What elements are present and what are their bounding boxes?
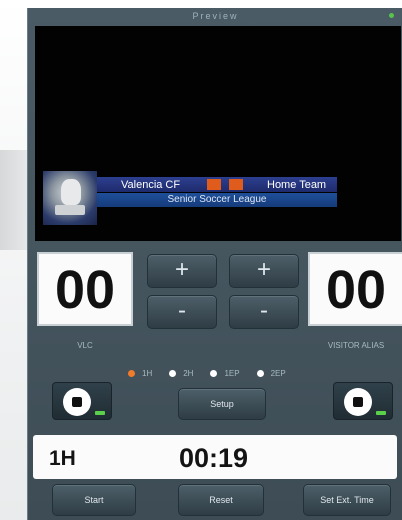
home-score-display: 00 <box>37 252 133 326</box>
period-radio-2h[interactable]: 2H <box>169 369 193 378</box>
crest-bat-icon <box>61 179 81 205</box>
scorebug-strip: Valencia CF Home Team <box>97 177 337 192</box>
crest-base-icon <box>55 205 85 215</box>
window-title: Preview <box>192 11 239 21</box>
visitor-score-display: 00 <box>308 252 402 326</box>
period-radio-1ep[interactable]: 1EP <box>210 369 240 378</box>
clock-period: 1H <box>49 447 76 470</box>
set-ext-time-button[interactable]: Set Ext. Time <box>303 484 391 516</box>
period-radio-1h[interactable]: 1H <box>128 369 152 378</box>
period-label: 2EP <box>270 369 286 378</box>
home-possession-button[interactable] <box>52 382 112 420</box>
radio-icon <box>256 370 264 377</box>
period-radio-group: 1H 2H 1EP 2EP <box>128 369 303 378</box>
home-plus-button[interactable]: + <box>147 254 217 288</box>
visitor-plus-button[interactable]: + <box>229 254 299 288</box>
visitor-team-label: VISITOR ALIAS <box>327 341 385 350</box>
soccer-ball-icon <box>344 388 372 416</box>
period-label: 2H <box>183 369 194 378</box>
setup-button[interactable]: Setup <box>178 388 266 420</box>
team-crest-icon <box>43 171 97 225</box>
home-minus-button[interactable]: - <box>147 295 217 329</box>
preview-screen: Valencia CF Home Team Senior Soccer Leag… <box>35 26 401 241</box>
visitor-minus-button[interactable]: - <box>229 295 299 329</box>
clock-bar: 1H 00:19 <box>33 435 397 479</box>
clock-time: 00:19 <box>179 443 249 473</box>
period-label: 1H <box>142 369 153 378</box>
scorebug-home-score-box <box>207 179 221 190</box>
scorebug-home-team: Valencia CF <box>121 178 181 191</box>
reset-button[interactable]: Reset <box>178 484 264 516</box>
home-team-label: VLC <box>77 341 93 350</box>
radio-icon <box>210 370 218 377</box>
scoreboard-panel: Preview Valencia CF Home Team Senior Soc… <box>27 8 402 520</box>
scorebug-away-score-box <box>229 179 243 190</box>
period-radio-2ep[interactable]: 2EP <box>256 369 286 378</box>
period-label: 1EP <box>224 369 240 378</box>
status-led-icon <box>389 13 394 18</box>
scorebug-league: Senior Soccer League <box>97 193 337 207</box>
start-button[interactable]: Start <box>52 484 136 516</box>
scorebug-away-team: Home Team <box>267 178 327 191</box>
possession-led-icon <box>95 411 105 415</box>
radio-icon <box>169 370 177 377</box>
visitor-possession-button[interactable] <box>333 382 393 420</box>
soccer-ball-icon <box>63 388 91 416</box>
radio-selected-icon <box>128 370 135 377</box>
possession-led-icon <box>376 411 386 415</box>
